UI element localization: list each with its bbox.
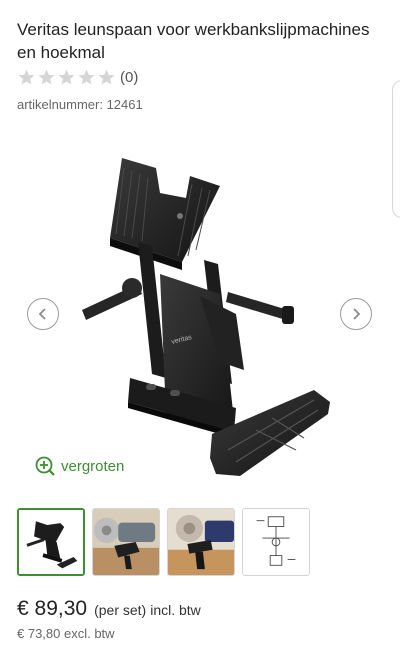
chevron-left-icon [38,308,46,320]
star-icon [18,69,35,85]
rating-stars [17,68,116,87]
chevron-right-icon [353,308,361,320]
zoom-button[interactable]: vergroten [35,456,124,476]
price-incl-vat: incl. btw [150,602,201,618]
previous-image-button[interactable] [27,298,59,330]
thumbnail-strip [17,508,310,576]
price-amount: € 89,30 [17,597,88,620]
price-excl-vat: € 73,80 excl. btw [17,626,115,641]
main-product-image[interactable]: veritas [60,138,360,498]
star-icon [78,69,95,85]
thumbnail-grinder-left[interactable] [92,508,160,576]
price-unit: (per set) [94,602,147,618]
product-rating[interactable]: (0) [17,68,138,87]
article-number: artikelnummer: 12461 [17,97,143,112]
thumbnail-grinder-right[interactable] [167,508,235,576]
next-image-button[interactable] [340,298,372,330]
zoom-in-icon [35,456,55,476]
star-icon [58,69,75,85]
star-icon [38,69,55,85]
thumbnail-line-drawing[interactable] [242,508,310,576]
zoom-label: vergroten [61,457,125,475]
product-gallery: veritas vergroten [0,128,400,500]
thumbnail-product[interactable] [17,508,85,576]
price-row: € 89,30 (per set) incl. btw [17,597,201,621]
product-title: Veritas leunspaan voor werkbankslijpmach… [17,20,370,62]
rating-count: (0) [120,69,139,86]
star-icon [98,69,115,85]
